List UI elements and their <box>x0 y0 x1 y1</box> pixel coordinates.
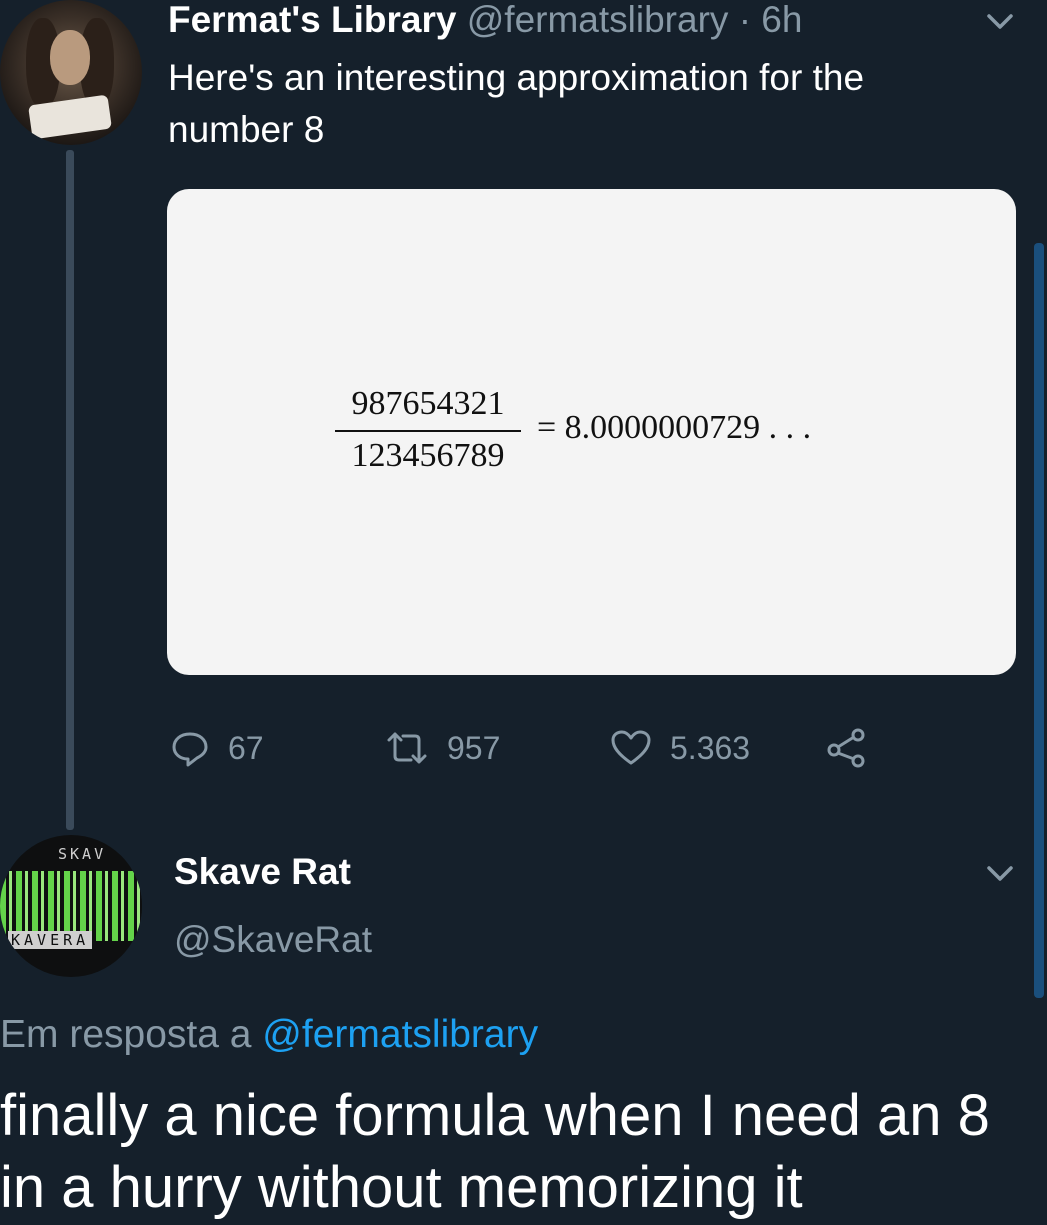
formula-denominator: 123456789 <box>351 437 505 474</box>
retweet-count: 957 <box>447 729 501 766</box>
share-button[interactable] <box>825 725 869 771</box>
retweet-icon <box>387 732 427 764</box>
author-avatar[interactable] <box>0 0 142 145</box>
reply-context: Em resposta a @fermatslibrary <box>0 1010 538 1060</box>
tweet-actions: 67 957 5.363 <box>170 725 890 771</box>
author-handle[interactable]: @fermatslibrary <box>467 0 729 40</box>
scrollbar[interactable] <box>1034 243 1044 998</box>
reply-count: 67 <box>228 729 264 766</box>
share-icon <box>827 728 865 768</box>
formula-numerator: 987654321 <box>351 385 505 422</box>
formula-result: = 8.0000000729 . . . <box>537 409 812 446</box>
heart-icon <box>611 730 651 765</box>
reply-author-avatar[interactable]: SKAV KAVERA <box>0 835 142 977</box>
tweet-image[interactable]: 987654321 123456789 = 8.0000000729 . . . <box>167 189 1016 675</box>
reply-prefix: Em resposta a <box>0 1013 252 1056</box>
thread-line <box>66 150 74 830</box>
reply-author-handle[interactable]: @SkaveRat <box>174 918 372 962</box>
reply-author-name[interactable]: Skave Rat <box>174 850 351 894</box>
tweet-time[interactable]: · 6h <box>739 0 803 40</box>
reply-button[interactable]: 67 <box>170 725 264 771</box>
reply-icon <box>172 732 208 767</box>
tweet-text: Here's an interesting approximation for … <box>168 57 865 150</box>
author-name[interactable]: Fermat's Library <box>168 0 456 40</box>
retweet-button[interactable]: 957 <box>385 725 500 771</box>
like-count: 5.363 <box>670 729 751 766</box>
fraction-bar <box>335 430 521 432</box>
reply-mention-link[interactable]: @fermatslibrary <box>262 1013 538 1056</box>
chevron-down-icon[interactable] <box>985 10 1015 34</box>
reply-text: finally a nice formula when I need an 8 … <box>0 1083 990 1220</box>
chevron-down-icon[interactable] <box>985 862 1015 886</box>
like-button[interactable]: 5.363 <box>610 725 750 771</box>
tweet-header: Fermat's Library @fermatslibrary · 6h <box>168 0 802 40</box>
